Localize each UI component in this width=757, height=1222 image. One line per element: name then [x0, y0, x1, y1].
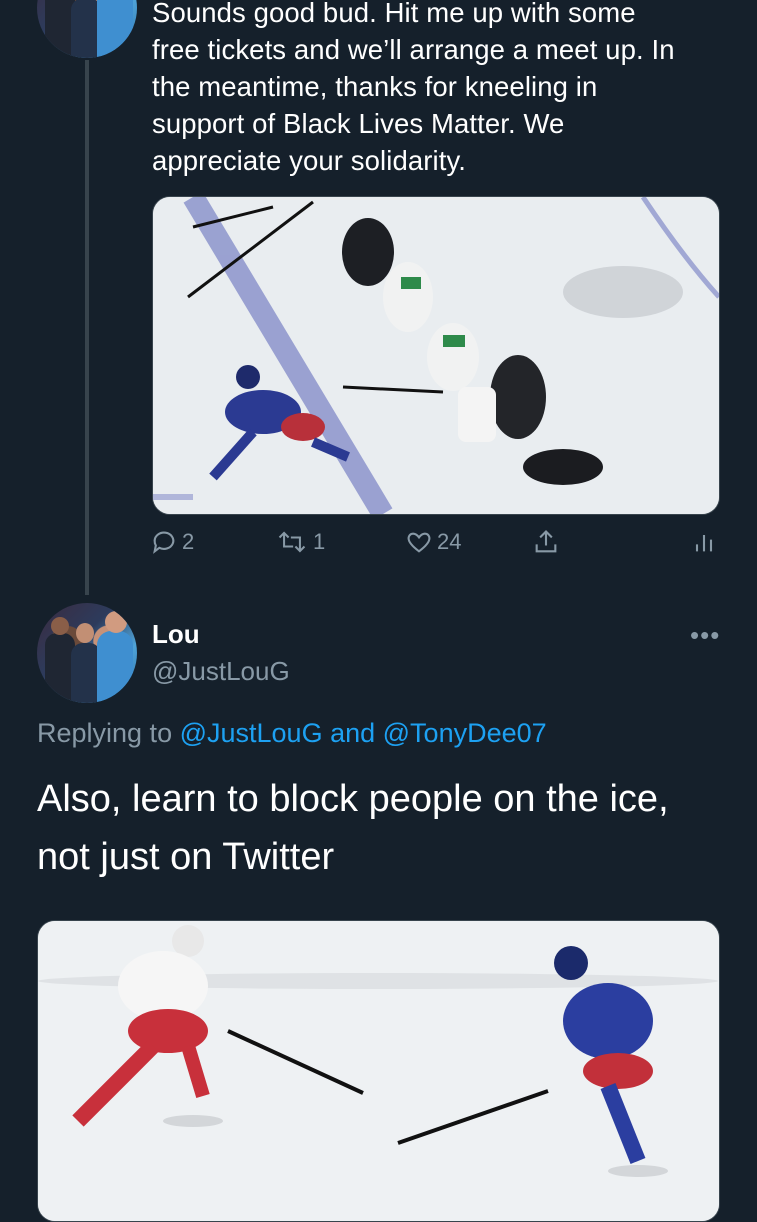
- replying-to: Replying to @JustLouG and @TonyDee07: [37, 718, 547, 749]
- retweet-icon: [278, 531, 306, 553]
- reply-tweet-line: not just on Twitter: [37, 836, 335, 878]
- user-handle[interactable]: @JustLouG: [152, 656, 290, 687]
- tweet-media-video[interactable]: [37, 920, 720, 1222]
- prev-tweet-line: appreciate your solidarity.: [152, 145, 467, 176]
- tweet-media-photo[interactable]: [152, 196, 720, 515]
- display-name[interactable]: Lou: [152, 619, 200, 650]
- replying-prefix: Replying to: [37, 718, 180, 748]
- retweet-button[interactable]: 1: [275, 528, 325, 556]
- thread-line: [85, 60, 89, 595]
- avatar-prev-tweet[interactable]: [37, 0, 137, 58]
- prev-tweet-text: Sounds good bud. Hit me up with some fre…: [152, 0, 742, 179]
- analytics-button[interactable]: [690, 528, 718, 556]
- hockey-kneeling-photo: [153, 197, 719, 514]
- comment-icon: [153, 531, 175, 554]
- avatar-lou[interactable]: [37, 603, 137, 703]
- prev-tweet-line: free tickets and we’ll arrange a meet up…: [152, 34, 675, 65]
- prev-tweet-line: Sounds good bud. Hit me up with some: [152, 0, 636, 28]
- prev-tweet-line: the meantime, thanks for kneeling in: [152, 71, 598, 102]
- reply-count: 2: [182, 529, 195, 554]
- mention-link-tonydee07[interactable]: @TonyDee07: [383, 718, 547, 748]
- like-button[interactable]: 24: [405, 528, 461, 556]
- mention-link-justloug[interactable]: @JustLouG: [180, 718, 323, 748]
- hockey-play-photo: [38, 921, 719, 1221]
- analytics-icon: [695, 535, 713, 552]
- heart-icon: [407, 532, 431, 553]
- replying-and[interactable]: and: [323, 718, 383, 748]
- tweet-action-bar: 2 1 24: [150, 528, 720, 568]
- share-icon: [535, 530, 557, 553]
- more-icon[interactable]: •••: [690, 620, 720, 651]
- share-button[interactable]: [532, 528, 560, 556]
- reply-tweet-text: Also, learn to block people on the ice, …: [37, 770, 727, 886]
- like-count: 24: [437, 529, 462, 554]
- reply-button[interactable]: 2: [150, 528, 194, 556]
- reply-tweet-line: Also, learn to block people on the ice,: [37, 778, 669, 820]
- prev-tweet-line: support of Black Lives Matter. We: [152, 108, 565, 139]
- retweet-count: 1: [313, 529, 326, 554]
